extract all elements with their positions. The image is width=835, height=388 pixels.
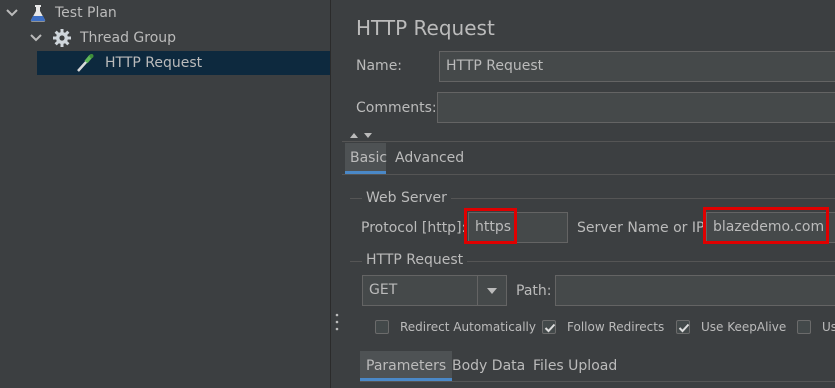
dropper-icon (77, 54, 94, 72)
chevron-down-icon[interactable] (29, 31, 43, 45)
tab-files-upload[interactable]: Files Upload (533, 351, 617, 381)
comments-field[interactable] (437, 92, 835, 123)
path-field[interactable] (555, 275, 835, 306)
method-dropdown-button[interactable] (477, 276, 506, 305)
tab-advanced[interactable]: Advanced (395, 143, 464, 174)
name-field[interactable]: HTTP Request (439, 51, 835, 82)
method-select[interactable]: GET (362, 275, 507, 306)
checkmark-icon (544, 323, 556, 333)
web-server-section-label: Web Server (362, 190, 451, 206)
tab-body-data[interactable]: Body Data (452, 351, 525, 381)
flask-icon (30, 5, 46, 22)
checkmark-icon (678, 323, 690, 333)
tree-item-test-plan[interactable]: Test Plan (0, 1, 330, 25)
tab-parameters[interactable]: Parameters (360, 351, 453, 381)
checkbox-label: Follow Redirects (567, 320, 665, 334)
multipart-checkbox[interactable] (797, 320, 811, 334)
name-label: Name: (356, 58, 403, 74)
checkbox-label: Us (822, 320, 835, 334)
tabs-divider (342, 174, 835, 175)
protocol-highlight-box (464, 208, 517, 244)
divider (342, 141, 835, 142)
tab-label: Parameters (366, 358, 447, 374)
tree-item-http-request[interactable]: HTTP Request (37, 51, 330, 75)
test-plan-tree: Test Plan Thread Group HTTP Request (0, 0, 330, 388)
chevron-down-icon[interactable] (5, 6, 19, 20)
tree-item-thread-group[interactable]: Thread Group (0, 26, 330, 50)
tab-basic[interactable]: Basic (345, 143, 388, 174)
tab-label: Files Upload (533, 358, 618, 374)
protocol-label: Protocol [http]: (361, 220, 467, 236)
checkbox-label: Use KeepAlive (701, 320, 787, 334)
redirect-automatically-checkbox[interactable] (375, 320, 389, 334)
sub-tabs-divider (360, 381, 835, 382)
use-keepalive-checkbox[interactable] (676, 320, 690, 334)
tab-label: Basic (350, 150, 388, 166)
tree-item-label: Test Plan (55, 5, 117, 21)
tab-label: Body Data (452, 358, 526, 374)
comments-label: Comments: (356, 100, 437, 116)
server-highlight-box (703, 207, 829, 244)
tree-item-label: HTTP Request (105, 55, 203, 71)
http-request-section-label: HTTP Request (362, 252, 468, 268)
collapse-arrows-icon[interactable] (348, 130, 376, 140)
http-request-panel: HTTP Request Name: HTTP Request Comments… (342, 0, 835, 388)
page-title: HTTP Request (356, 16, 495, 40)
checkbox-label: Redirect Automatically (400, 320, 536, 334)
tab-label: Advanced (395, 150, 465, 166)
method-value: GET (369, 282, 398, 298)
tree-item-label: Thread Group (80, 30, 177, 46)
path-label: Path: (516, 283, 552, 299)
chevron-down-icon (487, 288, 497, 294)
follow-redirects-checkbox[interactable] (542, 320, 556, 334)
gear-icon (53, 29, 71, 47)
drag-handle-icon[interactable] (335, 312, 339, 332)
server-name-label: Server Name or IP: (577, 220, 710, 236)
